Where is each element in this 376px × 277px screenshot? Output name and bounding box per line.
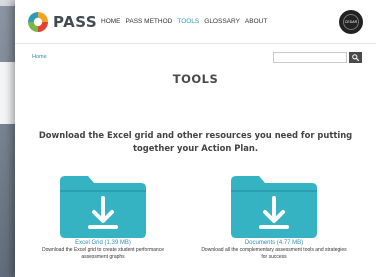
nav-pass-method[interactable]: PASS METHOD	[126, 18, 173, 25]
nav-about[interactable]: ABOUT	[245, 18, 267, 25]
top-navbar: PASS HOME PASS METHOD TOOLS GLOSSARY ABO…	[15, 0, 376, 44]
search-icon	[352, 54, 359, 61]
main-nav: HOME PASS METHOD TOOLS GLOSSARY ABOUT	[101, 18, 267, 25]
documents-link[interactable]: Documents (4.77 MB)	[199, 240, 349, 246]
resource-documents: Documents (4.77 MB) Download all the com…	[199, 176, 349, 261]
excel-grid-link[interactable]: Excel Grid (1.39 MB)	[28, 240, 178, 246]
nav-home[interactable]: HOME	[101, 18, 121, 25]
tools-page-window: PASS HOME PASS METHOD TOOLS GLOSSARY ABO…	[15, 0, 376, 277]
pass-logo-icon[interactable]	[28, 12, 48, 32]
breadcrumb-home[interactable]: Home	[32, 54, 47, 60]
nav-glossary[interactable]: GLOSSARY	[204, 18, 240, 25]
nav-tools[interactable]: TOOLS	[177, 18, 199, 25]
folder-download-icon[interactable]	[60, 176, 146, 238]
page-subtitle: Download the Excel grid and other resour…	[38, 130, 353, 153]
logo-text[interactable]: PASS	[53, 13, 97, 31]
search-input[interactable]	[273, 52, 347, 63]
page-title: TOOLS	[172, 72, 219, 86]
folder-download-icon[interactable]	[231, 176, 317, 238]
search-button[interactable]	[349, 52, 362, 63]
partner-badge-text: CEDAR	[343, 14, 359, 30]
excel-grid-description: Download the Excel grid to create studen…	[41, 247, 164, 260]
partner-badge[interactable]: CEDAR	[339, 10, 363, 34]
resource-excel-grid: Excel Grid (1.39 MB) Download the Excel …	[28, 176, 178, 261]
documents-description: Download all the complementary assessmen…	[201, 247, 347, 260]
